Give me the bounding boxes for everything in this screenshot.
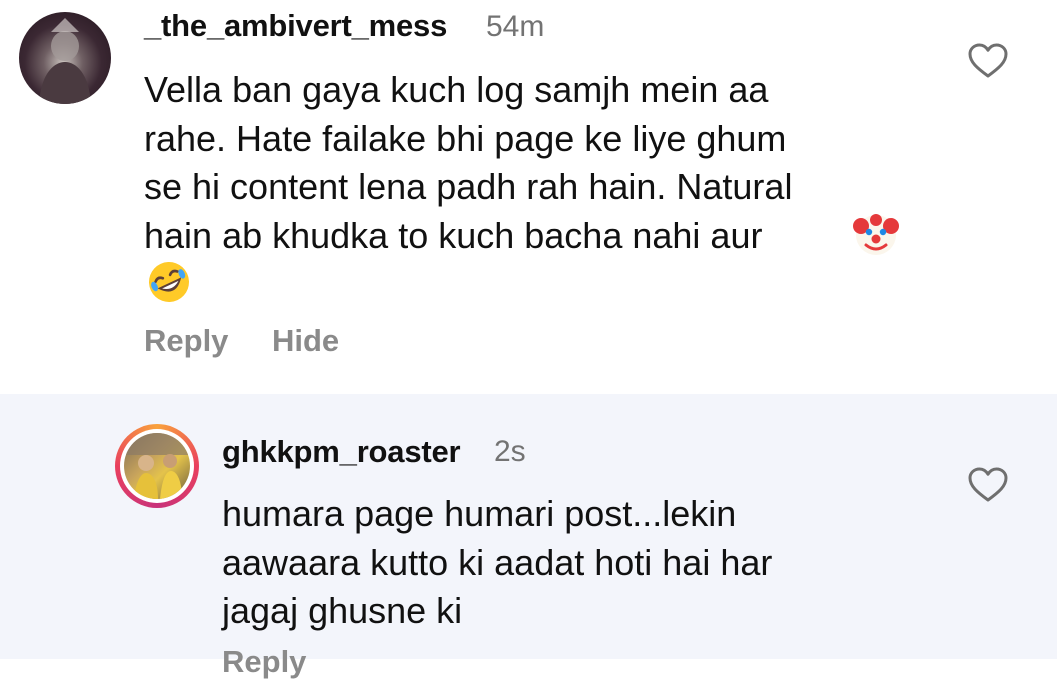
avatar[interactable] [19,12,111,104]
reply-button[interactable]: Reply [222,644,306,680]
hide-button[interactable]: Hide [272,323,339,359]
reply-button[interactable]: Reply [144,323,228,359]
reply-comment-item: ghkkpm_roaster 2s humara page humari pos… [0,394,1057,679]
avatar-image [39,18,91,104]
comment-username[interactable]: _the_ambivert_mess [144,8,447,44]
comment-item: _the_ambivert_mess 54m Vella ban gaya ku… [0,0,1057,394]
comment-timestamp: 54m [486,10,545,43]
story-ring[interactable] [115,424,199,508]
comment-timestamp: 2s [494,435,526,468]
clown-face-emoji-icon [852,210,900,263]
rolling-laughing-emoji-icon [145,258,193,311]
avatar-image [124,433,190,499]
heart-icon[interactable] [967,42,1009,80]
heart-icon[interactable] [967,466,1009,504]
avatar [124,433,190,499]
comment-text: Vella ban gaya kuch log samjh mein aa ra… [144,69,793,256]
comment-username[interactable]: ghkkpm_roaster [222,434,461,470]
comment-text: humara page humari post...lekin aawaara … [222,493,773,631]
